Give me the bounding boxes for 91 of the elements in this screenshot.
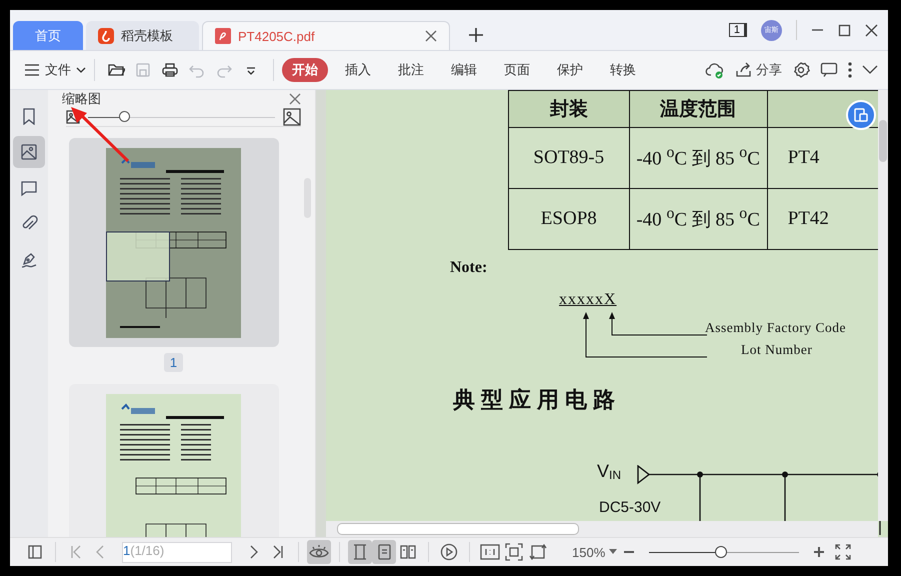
maximize-icon bbox=[838, 24, 851, 36]
table-cell: -40 $^{o}$C 到 85 $^{o}$C bbox=[629, 188, 768, 250]
ribbon-tab[interactable]: 页面 bbox=[494, 58, 540, 82]
printer-icon bbox=[161, 61, 179, 79]
vertical-scrollbar[interactable] bbox=[878, 90, 888, 521]
message-icon bbox=[820, 62, 838, 78]
chevron-right-icon bbox=[249, 545, 259, 559]
play-icon bbox=[440, 543, 458, 561]
document-tab[interactable]: PT4205C.pdf bbox=[202, 21, 450, 50]
page-number-label: 1 bbox=[164, 353, 184, 372]
file-menu-button[interactable]: 文件 bbox=[24, 61, 86, 79]
code-label: Assembly Factory Code bbox=[705, 320, 846, 336]
read-mode-button[interactable] bbox=[307, 540, 331, 564]
feedback-button[interactable] bbox=[820, 62, 838, 78]
panel-title: 缩略图 bbox=[62, 90, 101, 108]
actual-size-icon bbox=[480, 544, 500, 560]
table-cell: ESOP8 bbox=[508, 188, 630, 250]
slider-thumb[interactable] bbox=[715, 546, 728, 558]
minimize-button[interactable] bbox=[811, 29, 824, 31]
input-label: V$_{IN}$ bbox=[597, 461, 622, 482]
plus-icon bbox=[813, 546, 826, 558]
window-count-badge[interactable]: 1 bbox=[728, 23, 747, 37]
chevron-down-icon bbox=[76, 66, 86, 74]
plus-icon bbox=[468, 27, 484, 43]
cloud-sync-button[interactable] bbox=[705, 61, 725, 79]
share-button[interactable]: 分享 bbox=[735, 61, 782, 79]
ribbon-tab[interactable]: 开始 bbox=[282, 58, 328, 82]
more-vertical-icon bbox=[848, 62, 852, 78]
table-header-cell: 温度范围 bbox=[629, 90, 768, 128]
document-tab[interactable]: 稻壳模板 bbox=[86, 21, 199, 50]
horizontal-scrollbar[interactable] bbox=[326, 521, 878, 537]
ribbon-tab[interactable]: 保护 bbox=[547, 58, 593, 82]
ribbon-tab[interactable]: 插入 bbox=[335, 58, 381, 82]
small-image-icon bbox=[66, 110, 80, 124]
sidebar-icon bbox=[28, 545, 42, 559]
collapse-ribbon-button[interactable] bbox=[862, 65, 878, 75]
save-icon bbox=[134, 61, 152, 79]
continuous-view-icon bbox=[351, 543, 369, 561]
chevron-down-icon bbox=[862, 65, 878, 75]
large-image-icon bbox=[283, 108, 301, 126]
section-heading: 典型应用电路 bbox=[453, 386, 622, 414]
close-panel-button[interactable] bbox=[289, 93, 301, 105]
page-thumbnail[interactable] bbox=[68, 138, 278, 347]
comment-icon bbox=[20, 179, 38, 197]
document-tool-icon bbox=[853, 107, 869, 123]
fullscreen-icon bbox=[835, 544, 852, 560]
fit-page-icon bbox=[505, 543, 523, 561]
ribbon-tab[interactable]: 编辑 bbox=[441, 58, 487, 82]
flame-logo-icon bbox=[98, 28, 114, 44]
tab-label: PT4205C.pdf bbox=[238, 28, 315, 44]
minimize-icon bbox=[811, 29, 824, 31]
settings-button[interactable] bbox=[792, 61, 810, 79]
pdf-file-icon bbox=[215, 28, 231, 44]
table-cell: -40 $^{o}$C 到 85 $^{o}$C bbox=[629, 128, 768, 188]
caret-down-icon bbox=[609, 549, 618, 555]
close-window-button[interactable] bbox=[865, 24, 878, 36]
table-header-cell: 封装 bbox=[508, 90, 630, 128]
page-number-field[interactable]: 1(1/16) bbox=[122, 542, 232, 562]
eye-icon bbox=[309, 544, 329, 560]
cloud-check-icon bbox=[705, 61, 725, 79]
zoom-dropdown[interactable]: 150% bbox=[572, 540, 618, 564]
share-icon bbox=[735, 62, 753, 78]
page-thumbnail[interactable] bbox=[68, 384, 278, 537]
first-page-icon bbox=[70, 545, 82, 559]
tab-label: 稻壳模板 bbox=[121, 26, 173, 44]
two-page-icon bbox=[399, 543, 417, 561]
voltage-range-label: DC5-30V bbox=[599, 499, 661, 516]
rotate-icon bbox=[529, 543, 547, 561]
ribbon-tab[interactable]: 批注 bbox=[388, 58, 434, 82]
close-icon bbox=[865, 24, 878, 36]
single-view-button[interactable] bbox=[372, 540, 396, 564]
ribbon-tab[interactable]: 转换 bbox=[600, 58, 646, 82]
table-cell: SOT89-5 bbox=[508, 128, 630, 188]
note-title: Note: bbox=[450, 259, 488, 277]
chevron-left-icon bbox=[95, 545, 105, 559]
maximize-button[interactable] bbox=[838, 24, 851, 36]
menu-icon bbox=[24, 63, 40, 77]
more-options-button[interactable] bbox=[848, 62, 852, 78]
last-page-icon bbox=[272, 545, 284, 559]
pen-sign-icon bbox=[20, 251, 38, 269]
code-label: Lot Number bbox=[741, 342, 812, 358]
image-icon bbox=[20, 143, 38, 161]
slider-thumb[interactable] bbox=[119, 111, 130, 122]
close-icon bbox=[425, 30, 437, 42]
thumbnail-panel-button[interactable] bbox=[13, 136, 45, 168]
continuous-view-button[interactable] bbox=[348, 540, 372, 564]
tab-label: 首页 bbox=[35, 26, 61, 44]
marking-code: xxxxxX bbox=[559, 291, 617, 309]
close-icon bbox=[289, 93, 301, 105]
settings-icon bbox=[792, 61, 810, 79]
annotation-arrow bbox=[68, 106, 132, 164]
